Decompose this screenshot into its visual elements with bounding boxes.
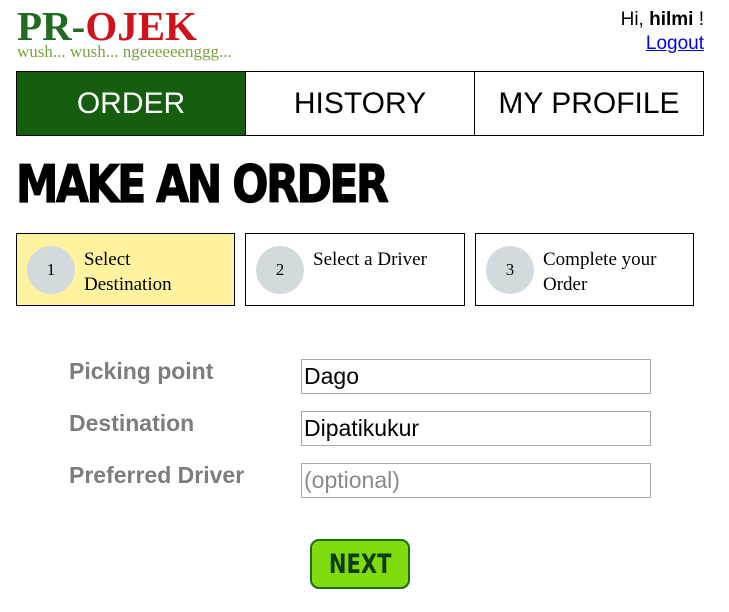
app-tagline: wush... wush... ngeeeeeenggg...: [17, 42, 232, 61]
step-label-line: Select a Driver: [313, 249, 427, 270]
step-label-line: Complete your: [543, 249, 657, 270]
step-number-badge: 3: [486, 246, 534, 294]
picking-point-label: Picking point: [69, 358, 214, 384]
next-button-label: NEXT: [328, 548, 392, 580]
user-area: Hi, hilmi ! Logout: [621, 8, 704, 56]
step-select-driver: 2 Select a Driver: [245, 233, 465, 306]
main-nav: ORDER HISTORY MY PROFILE: [16, 71, 704, 136]
step-number-badge: 1: [27, 246, 75, 294]
username: hilmi: [649, 9, 694, 30]
tab-my-profile[interactable]: MY PROFILE: [474, 72, 703, 135]
step-label: Complete your Order: [543, 247, 656, 297]
user-greeting: Hi, hilmi !: [621, 8, 704, 32]
step-number-badge: 2: [256, 246, 304, 294]
greeting-suffix: !: [693, 9, 704, 30]
tab-order[interactable]: ORDER: [17, 72, 245, 135]
preferred-driver-input[interactable]: [301, 463, 651, 498]
step-complete-order: 3 Complete your Order: [475, 233, 694, 306]
step-label-line: Select: [84, 249, 131, 270]
step-label-line: Order: [543, 274, 588, 295]
destination-input[interactable]: [301, 411, 651, 446]
step-label: Select Destination: [84, 247, 172, 297]
next-button[interactable]: NEXT: [310, 539, 410, 589]
step-select-destination: 1 Select Destination: [16, 233, 235, 306]
page-title: MAKE AN ORDER: [16, 154, 390, 215]
destination-label: Destination: [69, 410, 195, 436]
step-label-line: Destination: [84, 274, 172, 295]
tab-history[interactable]: HISTORY: [245, 72, 474, 135]
logout-link[interactable]: Logout: [646, 32, 704, 56]
picking-point-input[interactable]: [301, 359, 651, 394]
step-label: Select a Driver: [313, 247, 427, 272]
greeting-prefix: Hi,: [620, 9, 650, 30]
preferred-driver-label: Preferred Driver: [69, 462, 245, 488]
